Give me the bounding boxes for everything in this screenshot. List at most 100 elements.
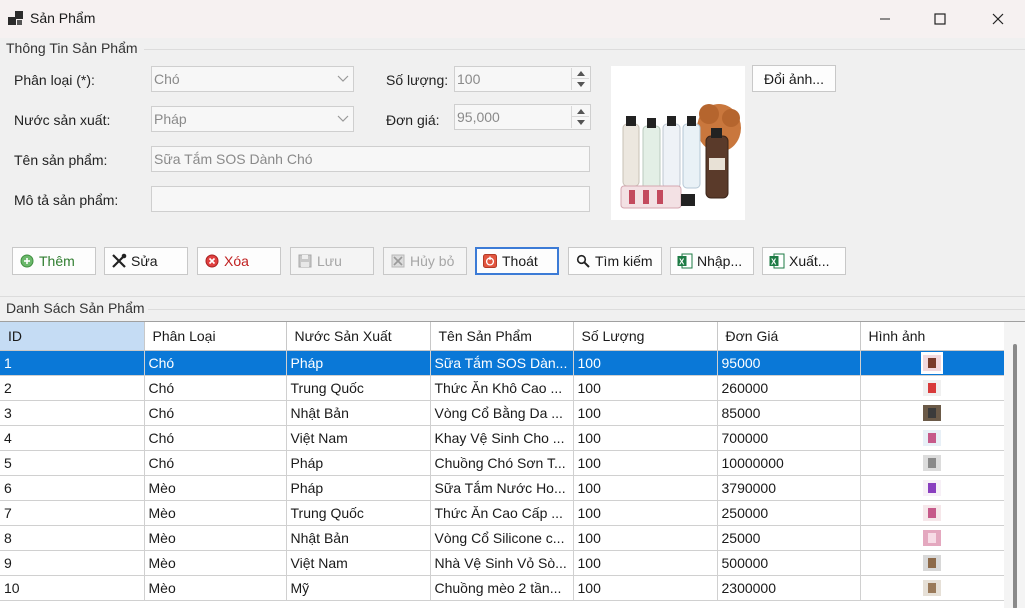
cell-name[interactable]: Vòng Cổ Bằng Da ... xyxy=(430,400,574,426)
price-stepper[interactable]: 95,000 xyxy=(454,104,591,130)
cell-name[interactable]: Vòng Cổ Silicone c... xyxy=(430,525,574,551)
country-combobox[interactable]: Pháp xyxy=(151,106,354,132)
product-table[interactable]: ID Phân Loại Nước Sản Xuất Tên Sản Phẩm … xyxy=(0,321,1025,608)
minimize-button[interactable] xyxy=(862,0,908,38)
search-button[interactable]: Tìm kiếm xyxy=(568,247,662,275)
cell-name[interactable]: Sữa Tắm SOS Dàn... xyxy=(430,350,574,376)
column-header-quantity[interactable]: Số Lượng xyxy=(573,322,718,351)
category-combobox[interactable]: Chó xyxy=(151,66,354,92)
cell-name[interactable]: Chuồng Chó Sơn T... xyxy=(430,450,574,476)
table-row[interactable]: 6 Mèo Pháp Sữa Tắm Nước Ho... 100 3790000 xyxy=(0,475,1005,501)
scrollbar-thumb[interactable] xyxy=(1013,344,1017,608)
close-button[interactable] xyxy=(975,0,1021,38)
quantity-decrement-button[interactable] xyxy=(572,79,589,90)
column-header-image[interactable]: Hình ảnh xyxy=(860,322,1005,351)
cell-category[interactable]: Chó xyxy=(144,400,287,426)
cell-image[interactable] xyxy=(860,525,1005,551)
cell-quantity[interactable]: 100 xyxy=(573,550,718,576)
table-row[interactable]: 1 Chó Pháp Sữa Tắm SOS Dàn... 100 95000 xyxy=(0,350,1005,376)
cell-quantity[interactable]: 100 xyxy=(573,525,718,551)
cell-country[interactable]: Mỹ xyxy=(286,575,431,601)
cell-image[interactable] xyxy=(860,575,1005,601)
import-button[interactable]: X Nhập... xyxy=(670,247,754,275)
vertical-scrollbar[interactable] xyxy=(1004,322,1025,608)
cell-name[interactable]: Chuồng mèo 2 tần... xyxy=(430,575,574,601)
cell-name[interactable]: Thức Ăn Khô Cao ... xyxy=(430,375,574,401)
cell-category[interactable]: Mèo xyxy=(144,475,287,501)
cell-name[interactable]: Nhà Vệ Sinh Vỏ Sò... xyxy=(430,550,574,576)
column-header-country[interactable]: Nước Sản Xuất xyxy=(286,322,431,351)
cell-category[interactable]: Chó xyxy=(144,350,287,376)
cell-name[interactable]: Sữa Tắm Nước Ho... xyxy=(430,475,574,501)
cell-price[interactable]: 3790000 xyxy=(717,475,861,501)
cell-quantity[interactable]: 100 xyxy=(573,425,718,451)
cell-image[interactable] xyxy=(860,400,1005,426)
name-field[interactable]: Sữa Tắm SOS Dành Chó xyxy=(151,146,590,172)
table-row[interactable]: 3 Chó Nhật Bản Vòng Cổ Bằng Da ... 100 85000 xyxy=(0,400,1005,426)
table-row[interactable]: 4 Chó Việt Nam Khay Vệ Sinh Cho ... 100 70000… xyxy=(0,425,1005,451)
cell-price[interactable]: 25000 xyxy=(717,525,861,551)
table-row[interactable]: 7 Mèo Trung Quốc Thức Ăn Cao Cấp ... 100 2500… xyxy=(0,500,1005,526)
table-row[interactable]: 10 Mèo Mỹ Chuồng mèo 2 tần... 100 2300000 xyxy=(0,575,1005,601)
cell-country[interactable]: Trung Quốc xyxy=(286,500,431,526)
cell-image[interactable] xyxy=(860,350,1005,376)
table-row[interactable]: 2 Chó Trung Quốc Thức Ăn Khô Cao ... 100 2600… xyxy=(0,375,1005,401)
quantity-stepper[interactable]: 100 xyxy=(454,66,591,92)
table-row[interactable]: 9 Mèo Việt Nam Nhà Vệ Sinh Vỏ Sò... 100 50000… xyxy=(0,550,1005,576)
cell-price[interactable]: 10000000 xyxy=(717,450,861,476)
cell-category[interactable]: Mèo xyxy=(144,525,287,551)
cancel-button[interactable]: Hủy bỏ xyxy=(383,247,467,275)
cell-country[interactable]: Nhật Bản xyxy=(286,400,431,426)
cell-image[interactable] xyxy=(860,425,1005,451)
cell-id[interactable]: 1 xyxy=(0,350,145,376)
cell-country[interactable]: Pháp xyxy=(286,450,431,476)
cell-country[interactable]: Việt Nam xyxy=(286,550,431,576)
maximize-button[interactable] xyxy=(917,0,963,38)
cell-quantity[interactable]: 100 xyxy=(573,450,718,476)
column-header-category[interactable]: Phân Loại xyxy=(144,322,287,351)
cell-quantity[interactable]: 100 xyxy=(573,475,718,501)
cell-id[interactable]: 10 xyxy=(0,575,145,601)
cell-id[interactable]: 6 xyxy=(0,475,145,501)
cell-category[interactable]: Chó xyxy=(144,450,287,476)
table-row[interactable]: 8 Mèo Nhật Bản Vòng Cổ Silicone c... 100 2500… xyxy=(0,525,1005,551)
cell-price[interactable]: 260000 xyxy=(717,375,861,401)
cell-id[interactable]: 9 xyxy=(0,550,145,576)
price-increment-button[interactable] xyxy=(572,106,589,117)
cell-quantity[interactable]: 100 xyxy=(573,350,718,376)
edit-button[interactable]: Sửa xyxy=(104,247,188,275)
column-header-name[interactable]: Tên Sản Phẩm xyxy=(430,322,574,351)
cell-category[interactable]: Chó xyxy=(144,425,287,451)
cell-price[interactable]: 85000 xyxy=(717,400,861,426)
export-button[interactable]: X Xuất... xyxy=(762,247,846,275)
delete-button[interactable]: Xóa xyxy=(197,247,281,275)
table-row[interactable]: 5 Chó Pháp Chuồng Chó Sơn T... 100 10000000 xyxy=(0,450,1005,476)
cell-id[interactable]: 2 xyxy=(0,375,145,401)
cell-id[interactable]: 3 xyxy=(0,400,145,426)
cell-country[interactable]: Trung Quốc xyxy=(286,375,431,401)
cell-category[interactable]: Mèo xyxy=(144,550,287,576)
cell-image[interactable] xyxy=(860,375,1005,401)
add-button[interactable]: Thêm xyxy=(12,247,96,275)
cell-id[interactable]: 8 xyxy=(0,525,145,551)
cell-country[interactable]: Pháp xyxy=(286,350,431,376)
cell-quantity[interactable]: 100 xyxy=(573,500,718,526)
cell-image[interactable] xyxy=(860,450,1005,476)
cell-category[interactable]: Mèo xyxy=(144,575,287,601)
cell-price[interactable]: 500000 xyxy=(717,550,861,576)
cell-image[interactable] xyxy=(860,500,1005,526)
column-header-id[interactable]: ID xyxy=(0,322,145,351)
change-photo-button[interactable]: Đổi ảnh... xyxy=(752,65,836,92)
exit-button[interactable]: Thoát xyxy=(475,247,559,275)
cell-name[interactable]: Khay Vệ Sinh Cho ... xyxy=(430,425,574,451)
cell-category[interactable]: Mèo xyxy=(144,500,287,526)
cell-price[interactable]: 2300000 xyxy=(717,575,861,601)
cell-price[interactable]: 250000 xyxy=(717,500,861,526)
cell-image[interactable] xyxy=(860,475,1005,501)
cell-price[interactable]: 95000 xyxy=(717,350,861,376)
cell-image[interactable] xyxy=(860,550,1005,576)
price-decrement-button[interactable] xyxy=(572,117,589,128)
cell-quantity[interactable]: 100 xyxy=(573,375,718,401)
cell-quantity[interactable]: 100 xyxy=(573,575,718,601)
cell-category[interactable]: Chó xyxy=(144,375,287,401)
